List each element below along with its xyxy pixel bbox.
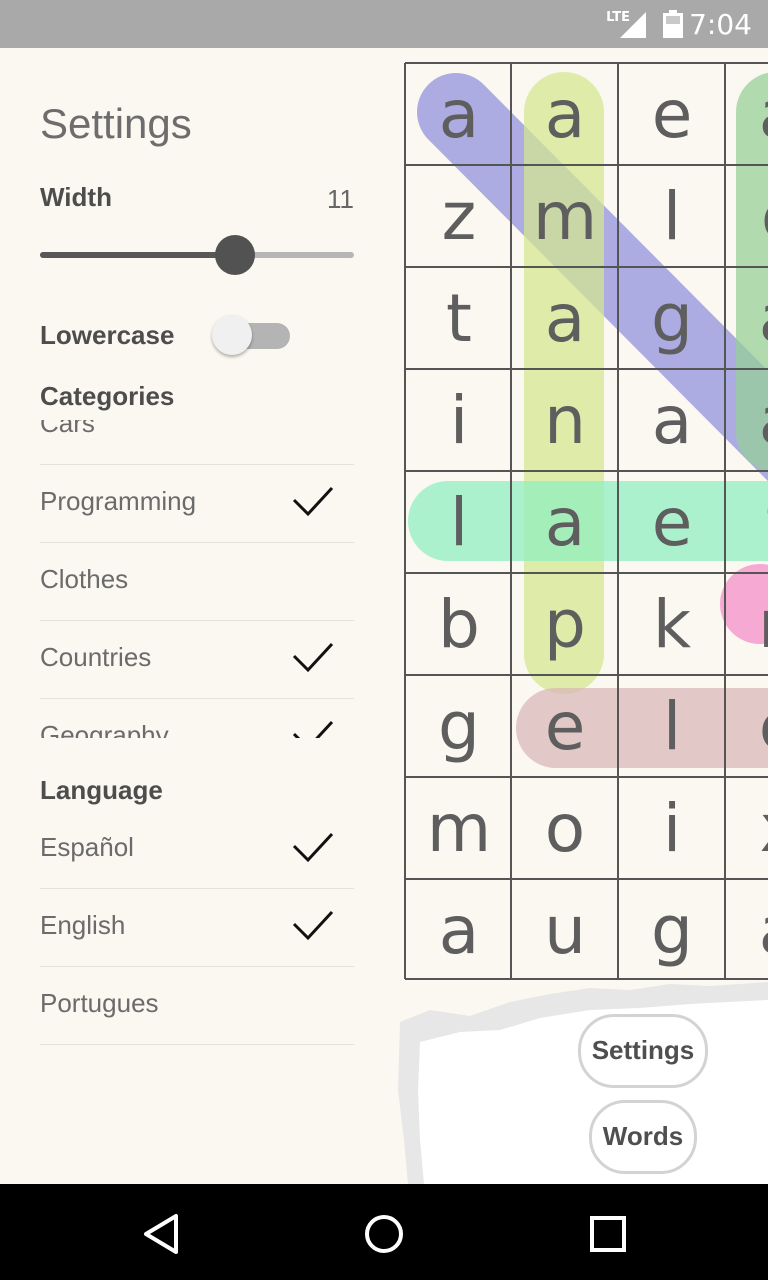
language-label: Language [40, 775, 163, 805]
categories-label: Categories [40, 381, 175, 411]
grid-cell[interactable]: a [406, 880, 512, 980]
category-item-label: Cars [40, 420, 95, 438]
grid-cell[interactable]: a [726, 64, 768, 166]
grid-cell[interactable]: x [726, 778, 768, 880]
toggle-thumb[interactable] [212, 315, 252, 355]
width-slider[interactable] [40, 235, 354, 275]
grid-cell[interactable]: e [512, 676, 618, 778]
grid-cell[interactable]: n [726, 574, 768, 676]
back-icon[interactable] [140, 1212, 184, 1256]
grid-cell[interactable]: a [406, 64, 512, 166]
battery-icon [663, 10, 683, 38]
grid-cell[interactable]: g [619, 268, 725, 370]
category-item[interactable]: Programming [40, 464, 354, 543]
grid-cell[interactable]: g [406, 676, 512, 778]
language-list[interactable]: Español English Portugues [40, 810, 354, 1045]
settings-button[interactable]: Settings [578, 1014, 708, 1088]
language-item[interactable]: Portugues [40, 966, 354, 1045]
grid-cell[interactable]: a [726, 880, 768, 980]
category-item[interactable]: Countries [40, 620, 354, 699]
grid-cell[interactable]: a [726, 268, 768, 370]
category-item[interactable]: Geography [40, 698, 354, 738]
language-item[interactable]: Español [40, 810, 354, 889]
grid-cell[interactable]: k [619, 574, 725, 676]
signal-icon [620, 12, 646, 38]
grid-cell[interactable]: e [619, 472, 725, 574]
category-item-label: Programming [40, 486, 197, 516]
width-value: 11 [327, 184, 354, 214]
slider-thumb[interactable] [214, 235, 255, 275]
recents-icon[interactable] [586, 1212, 630, 1256]
category-item-label: Clothes [40, 564, 129, 594]
checkmark-icon [292, 832, 334, 863]
navigation-bar [0, 1184, 768, 1280]
home-icon[interactable] [362, 1212, 406, 1256]
settings-title: Settings [40, 100, 192, 147]
lowercase-toggle[interactable] [212, 313, 292, 357]
checkmark-icon [292, 720, 334, 738]
lowercase-label: Lowercase [40, 320, 175, 350]
status-bar: LTE 7:04 [0, 0, 768, 48]
grid-cell[interactable]: u [512, 880, 618, 980]
language-item-label: English [40, 910, 126, 940]
grid-cell[interactable]: t [726, 472, 768, 574]
grid-cell[interactable]: a [512, 268, 618, 370]
slider-fill [40, 252, 235, 258]
category-item-label: Geography [40, 720, 169, 738]
grid-cell[interactable]: t [406, 268, 512, 370]
grid-cell[interactable]: a [512, 64, 618, 166]
category-item[interactable]: Clothes [40, 542, 354, 621]
width-label: Width [40, 182, 112, 212]
grid-cell[interactable]: a [619, 370, 725, 472]
grid-cell[interactable]: i [619, 778, 725, 880]
grid-cell[interactable]: g [619, 880, 725, 980]
grid-cell[interactable]: n [512, 370, 618, 472]
words-button[interactable]: Words [589, 1100, 697, 1174]
checkmark-icon [292, 642, 334, 673]
grid-cell[interactable]: l [406, 472, 512, 574]
language-item[interactable]: English [40, 888, 354, 967]
clock: 7:04 [689, 8, 752, 41]
grid-cell[interactable]: a [726, 370, 768, 472]
grid-cell[interactable]: p [512, 574, 618, 676]
grid-cell[interactable]: b [406, 574, 512, 676]
grid-cell[interactable]: m [512, 166, 618, 268]
grid-cell[interactable]: a [512, 472, 618, 574]
language-item-label: Portugues [40, 988, 159, 1018]
grid-cell[interactable]: l [619, 166, 725, 268]
grid-cell[interactable]: l [619, 676, 725, 778]
language-item-label: Español [40, 832, 134, 862]
checkmark-icon [292, 910, 334, 941]
grid-cell[interactable]: e [619, 64, 725, 166]
grid-cell[interactable]: o [512, 778, 618, 880]
grid-cell[interactable]: m [406, 778, 512, 880]
category-item-label: Countries [40, 642, 152, 672]
checkmark-icon [292, 486, 334, 517]
grid-cell[interactable]: z [406, 166, 512, 268]
grid-cell[interactable]: e [726, 676, 768, 778]
grid-cell[interactable]: i [406, 370, 512, 472]
paper-background [398, 982, 768, 1184]
category-item[interactable]: Cars [40, 420, 354, 465]
grid-cell[interactable]: c [726, 166, 768, 268]
word-grid[interactable]: aaeazmlctagainaalaetbpkngelemoixauga [404, 62, 768, 980]
categories-list[interactable]: Cars Programming Clothes Countries Geography [40, 420, 354, 738]
